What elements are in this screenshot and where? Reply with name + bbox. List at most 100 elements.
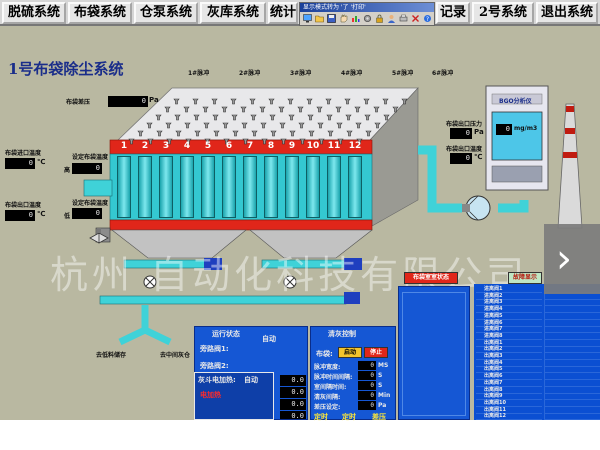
pulse-valve-head xyxy=(354,98,361,113)
bag-pressure-value: 0 xyxy=(108,96,148,107)
pulse-valve-head xyxy=(156,122,163,137)
fault-display-header[interactable]: 故障显示 xyxy=(508,272,542,284)
pulse-valve-head xyxy=(279,114,286,129)
bag-compartment[interactable] xyxy=(222,156,236,218)
fault-row-label: 出离阀12 xyxy=(476,413,542,421)
pulse-valve-head xyxy=(250,106,257,121)
bag-pressure-label: 布袋差压 xyxy=(66,99,91,106)
bag-compartment[interactable] xyxy=(264,156,278,218)
discharge-label-2: 去中间灰仓 xyxy=(160,352,191,359)
pulse-valve-head xyxy=(222,114,229,129)
bag-compartment[interactable] xyxy=(159,156,173,218)
outlet-pressure-value: 0 xyxy=(450,128,472,139)
outlet-pressure-label: 布袋出口压力 xyxy=(446,121,483,128)
valve2-label: 旁路阀2: xyxy=(200,362,229,370)
bag-compartment[interactable] xyxy=(285,156,299,218)
cleaning-row-value[interactable]: 0 xyxy=(358,401,376,410)
bag-number: 9 xyxy=(288,141,296,151)
cleaning-header: 清灰控制 xyxy=(328,330,356,338)
pulse-valve-head xyxy=(346,122,353,137)
pulse-label-6: 6#脉冲 xyxy=(432,70,454,77)
cleaning-row-label: 脉冲时间间隔: xyxy=(314,374,353,381)
outlet-temp-right-unit: ℃ xyxy=(474,153,483,161)
pulse-valve-head xyxy=(363,90,370,105)
cleaning-row-unit: Min xyxy=(378,392,391,399)
pulse-valve-head xyxy=(137,122,144,137)
pulse-valve-head xyxy=(299,130,306,145)
valve1-label: 旁路阀1: xyxy=(200,345,229,353)
pulse-valve-head xyxy=(373,98,380,113)
bag-compartment[interactable] xyxy=(117,156,131,218)
cleaning-row-value[interactable]: 0 xyxy=(358,381,376,390)
pulse-valve-head xyxy=(287,90,294,105)
bag-compartment[interactable] xyxy=(306,156,320,218)
pulse-valve-head xyxy=(298,114,305,129)
heater-mode: 自动 xyxy=(244,376,258,384)
screen: 脱硫系统 布袋系统 仓泵系统 灰库系统 统计 记录 2号系统 退出系统 显示模式… xyxy=(0,0,600,450)
inlet-temp-unit: ℃ xyxy=(37,158,46,166)
pulse-valve-head xyxy=(223,130,230,145)
cleaning-row-value[interactable]: 0 xyxy=(358,391,376,400)
pulse-valve-head xyxy=(344,90,351,105)
pulse-valve-head xyxy=(316,98,323,113)
pulse-valve-head xyxy=(147,130,154,145)
pulse-valve-head xyxy=(297,98,304,113)
valve1-value: 自动 xyxy=(262,335,276,343)
start-button[interactable]: 启动 xyxy=(338,347,362,358)
pulse-valve-head xyxy=(221,98,228,113)
pulse-label-4: 4#脉冲 xyxy=(341,70,363,77)
heater-state: 电加热 xyxy=(200,391,221,399)
analyzer-value: 0 xyxy=(496,124,512,135)
next-slide-tab[interactable] xyxy=(544,224,600,294)
pulse-valve-head xyxy=(327,122,334,137)
bag-number: 10 xyxy=(306,141,320,151)
pulse-valve-head xyxy=(232,122,239,137)
chevron-right-icon[interactable]: › xyxy=(556,236,572,282)
pulse-valve-head xyxy=(146,114,153,129)
bag-compartment[interactable] xyxy=(201,156,215,218)
pulse-valve-head xyxy=(174,106,181,121)
cleaning-row-value[interactable]: 0 xyxy=(358,361,376,370)
pulse-label-1: 1#脉冲 xyxy=(188,70,210,77)
pulse-valve-head xyxy=(345,106,352,121)
bag-compartment[interactable] xyxy=(243,156,257,218)
inlet-set-value[interactable]: 0 xyxy=(72,163,102,174)
pulse-valve-head xyxy=(364,106,371,121)
outlet-set-value[interactable]: 0 xyxy=(72,208,102,219)
outlet-pressure-unit: Pa xyxy=(474,128,484,136)
outlet-set-tag: 低 xyxy=(64,213,71,220)
run-status-header: 运行状态 xyxy=(212,330,240,338)
pulse-valve-head xyxy=(307,106,314,121)
fault-row-cell xyxy=(544,413,600,421)
bag-compartment[interactable] xyxy=(348,156,362,218)
pulse-valve-head xyxy=(280,130,287,145)
bag-number: 12 xyxy=(348,141,362,151)
bag-room-status-header[interactable]: 布袋室室状态 xyxy=(404,272,458,284)
pulse-valve-head xyxy=(268,90,275,105)
heater-value-3: 0.0 xyxy=(280,399,306,410)
cleaning-row-label: 清灰间隔: xyxy=(314,394,341,401)
cleaning-footer-1: 定时 xyxy=(314,413,328,421)
pulse-valve-head xyxy=(317,114,324,129)
pulse-valve-head xyxy=(183,98,190,113)
pulse-valve-head xyxy=(192,90,199,105)
pulse-label-3: 3#脉冲 xyxy=(290,70,312,77)
pulse-valve-head xyxy=(306,90,313,105)
bag-compartment[interactable] xyxy=(327,156,341,218)
cleaning-row-value[interactable]: 0 xyxy=(358,371,376,380)
bag-number: 11 xyxy=(327,141,341,151)
inlet-temp-value: 0 xyxy=(5,158,35,169)
analyzer-unit: mg/m3 xyxy=(514,125,538,132)
inlet-duct xyxy=(83,179,113,197)
cleaning-footer-3: 差压 xyxy=(372,413,386,421)
pulse-valve-head xyxy=(184,114,191,129)
pulse-valve-head xyxy=(166,130,173,145)
pulse-valve-head xyxy=(260,114,267,129)
pulse-valve-head xyxy=(392,98,399,113)
pulse-valve-head xyxy=(213,122,220,137)
pulse-valve-head xyxy=(202,98,209,113)
stop-button[interactable]: 停止 xyxy=(364,347,388,358)
bag-compartment[interactable] xyxy=(180,156,194,218)
pulse-valve-head xyxy=(249,90,256,105)
bag-compartment[interactable] xyxy=(138,156,152,218)
